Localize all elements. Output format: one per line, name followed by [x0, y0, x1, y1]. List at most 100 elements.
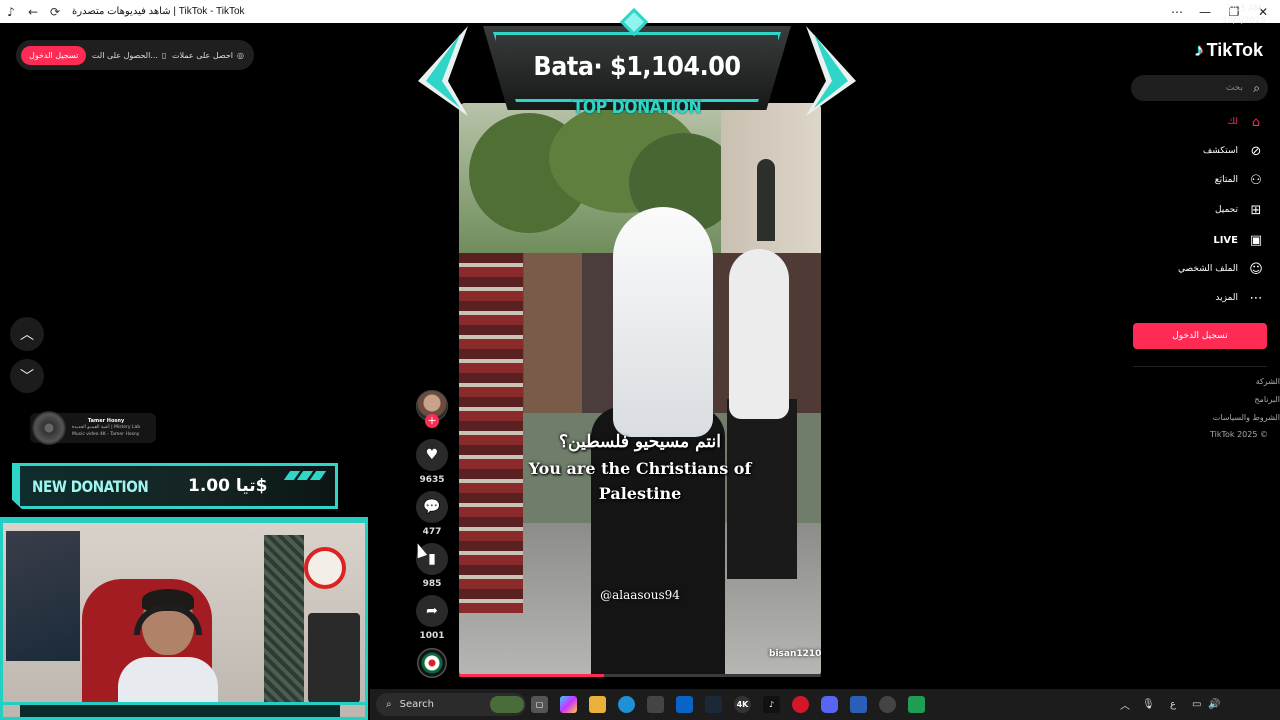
nav-label-for-you: لك	[1227, 117, 1238, 127]
nav-label-more: المزيد	[1215, 293, 1238, 303]
nav-item-live[interactable]: LIVE ▣	[1213, 229, 1264, 251]
next-video-button[interactable]: ﹀	[10, 359, 44, 393]
taskbar-search-label: Search	[399, 699, 434, 710]
microphone-icon[interactable]: 🎙	[1142, 689, 1155, 720]
left-wing-decoration-icon	[418, 26, 468, 116]
live-tv-icon: ▣	[1249, 232, 1263, 248]
tiktok-logo[interactable]: ♪ TikTok	[1195, 40, 1263, 61]
input-language[interactable]: ع	[1170, 689, 1176, 720]
4k-downloader-icon[interactable]: 4K	[734, 696, 751, 713]
footer-terms-link[interactable]: الشروط والسياسات	[1160, 413, 1280, 422]
nav-item-more[interactable]: المزيد ⋯	[1215, 287, 1264, 309]
footer-company-link[interactable]: الشركة	[1160, 377, 1280, 386]
outlook-icon[interactable]	[676, 696, 693, 713]
tiktok-favicon-icon: ♪	[7, 4, 15, 19]
share-button[interactable]: ➦	[416, 595, 448, 627]
green-app-icon[interactable]	[908, 696, 925, 713]
sidebar-login-button[interactable]: تسجيل الدخول	[1133, 323, 1267, 349]
clock-date: 10/3/2025	[1222, 16, 1266, 26]
no-smoking-sign-icon	[304, 547, 346, 589]
new-donation-amount: تيا 1.00$	[188, 476, 268, 496]
video-progress-bar[interactable]	[459, 674, 821, 677]
search-icon[interactable]: ⌕	[1253, 81, 1260, 96]
caption-english-line-2: Palestine	[598, 484, 682, 503]
get-app-button[interactable]: الحصول على الت... ▯	[92, 51, 166, 60]
sidebar-divider	[1133, 366, 1267, 367]
sound-disc-icon[interactable]	[417, 648, 447, 678]
nav-item-explore[interactable]: استكشف ⊘	[1203, 140, 1264, 162]
music-line-1: أغنية الفيديو الجديدة | Mistery Lab	[72, 425, 141, 431]
obs-icon[interactable]	[879, 696, 896, 713]
new-donation-label: NEW DONATION	[32, 476, 149, 496]
video-caption-english: You are the Christians of Palestine	[459, 456, 821, 506]
vpn-shield-icon[interactable]	[850, 696, 867, 713]
search-box[interactable]: ⌕	[1131, 75, 1268, 101]
following-icon: ⚇	[1250, 172, 1262, 188]
copilot-icon[interactable]	[560, 696, 577, 713]
streamer	[112, 583, 222, 720]
phone-rack	[308, 613, 360, 703]
music-line-2: Music video 4K - Tamer Hosny	[72, 431, 140, 437]
footer-copyright: TikTok 2025 ©	[1210, 430, 1268, 439]
heart-icon: ♥	[425, 447, 439, 463]
chevron-decoration-icon	[283, 471, 327, 480]
share-arrow-icon: ➦	[426, 603, 438, 619]
get-coins-label: احصل على عملات	[171, 50, 234, 60]
more-icon: ⋯	[1249, 290, 1263, 306]
more-options-icon[interactable]: ⋯	[1162, 0, 1192, 23]
arrow-left-icon[interactable]: ←	[22, 0, 44, 23]
nav-label-explore: استكشف	[1202, 146, 1238, 156]
get-app-label: الحصول على الت...	[91, 50, 158, 60]
tray-expand-icon[interactable]: ︿	[1120, 689, 1130, 720]
tiktok-note-icon: ♪	[1194, 40, 1204, 60]
nav-item-upload[interactable]: تحميل ⊞	[1215, 199, 1264, 221]
logo-text: TikTok	[1206, 40, 1263, 60]
clock-time: 3:05 AM	[1226, 4, 1262, 14]
top-actions-bar: تسجيل الدخول الحصول على الت... ▯ احصل عل…	[16, 40, 254, 70]
previous-video-button[interactable]: ︿	[10, 317, 44, 351]
comment-button[interactable]: 💬	[416, 491, 448, 523]
right-wing-decoration-icon	[806, 26, 856, 116]
bookmark-icon: ▮	[428, 551, 436, 567]
get-coins-button[interactable]: احصل على عملات ◎	[172, 51, 244, 60]
steam-icon[interactable]	[705, 696, 722, 713]
discord-icon[interactable]	[821, 696, 838, 713]
volume-icon[interactable]: 🔊	[1208, 689, 1220, 720]
phone-icon: ▯	[161, 50, 167, 60]
windows-taskbar: ⌕ Search ▢ 4K ♪ ︿ 🎙 ع ▭ 🔊	[370, 689, 1280, 720]
video-caption-arabic: انتم مسيحيو فلسطين؟	[559, 432, 721, 452]
edge-browser-icon[interactable]	[618, 696, 635, 713]
taskbar-clock[interactable]: 3:05 AM 10/3/2025	[1220, 3, 1268, 27]
video-handle: @alaasous94	[600, 588, 680, 602]
nav-label-profile: الملف الشخصي	[1178, 264, 1238, 274]
store-icon[interactable]	[647, 696, 664, 713]
coin-icon: ◎	[237, 50, 244, 60]
file-explorer-icon[interactable]	[589, 696, 606, 713]
tiktok-app-icon[interactable]: ♪	[763, 696, 780, 713]
comment-icon: 💬	[423, 499, 441, 515]
weather-widget-icon[interactable]	[490, 696, 524, 713]
profile-icon: ☺	[1249, 261, 1263, 277]
like-button[interactable]: ♥	[416, 439, 448, 471]
nav-item-following[interactable]: المتابَع ⚇	[1215, 169, 1264, 191]
like-count: 9635	[419, 475, 445, 485]
footer-program-link[interactable]: البرنامج	[1160, 395, 1280, 404]
refresh-icon[interactable]: ⟳	[44, 0, 66, 23]
video-progress-fill	[459, 674, 604, 677]
music-disc-icon	[32, 411, 66, 445]
curtain	[264, 535, 304, 715]
top-login-button[interactable]: تسجيل الدخول	[21, 45, 87, 65]
chevron-up-icon: ︿	[20, 327, 34, 343]
new-donation-overlay: NEW DONATION تيا 1.00$	[12, 463, 338, 509]
nav-label-upload: تحميل	[1214, 205, 1238, 215]
wall-poster	[6, 531, 80, 661]
minimize-icon[interactable]: —	[1190, 0, 1220, 23]
follow-plus-icon[interactable]: +	[425, 414, 439, 428]
nav-item-for-you[interactable]: لك ⌂	[1228, 111, 1264, 133]
search-input[interactable]	[1143, 83, 1243, 93]
save-count: 985	[422, 579, 442, 589]
opera-icon[interactable]	[792, 696, 809, 713]
task-view-icon[interactable]: ▢	[531, 696, 548, 713]
nav-item-profile[interactable]: الملف الشخصي ☺	[1178, 258, 1264, 280]
display-icon[interactable]: ▭	[1192, 689, 1201, 720]
